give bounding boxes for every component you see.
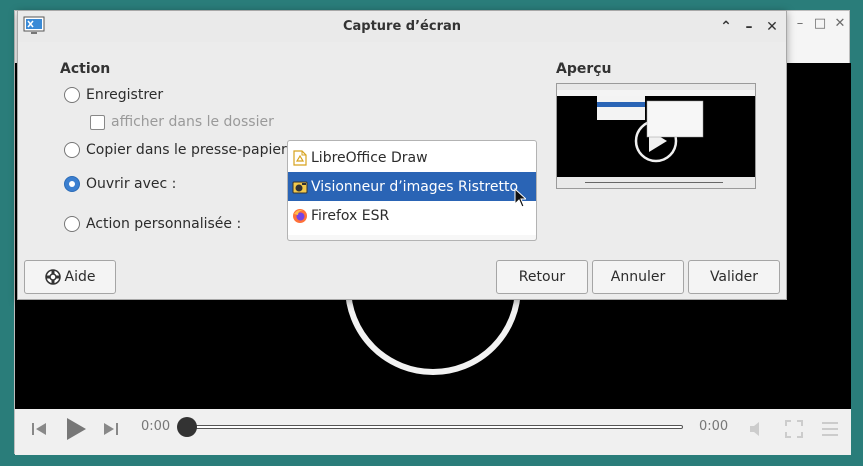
checkbox-show-in-folder[interactable]: afficher dans le dossier bbox=[90, 114, 274, 130]
help-button-label: Aide bbox=[64, 269, 96, 285]
radio-button[interactable] bbox=[64, 142, 80, 158]
cancel-button[interactable]: Annuler bbox=[592, 260, 684, 294]
radio-label: Ouvrir avec : bbox=[86, 176, 177, 192]
app-item-ristretto[interactable]: Visionneur d’images Ristretto bbox=[288, 172, 536, 201]
seek-handle[interactable] bbox=[177, 417, 197, 437]
radio-button[interactable] bbox=[64, 176, 80, 192]
radio-button[interactable] bbox=[64, 87, 80, 103]
radio-open-with[interactable]: Ouvrir avec : bbox=[64, 176, 176, 192]
checkbox[interactable] bbox=[90, 114, 105, 130]
screenshot-dialog: Capture d’écran ⌃ – ✕ Action Enregistrer… bbox=[17, 10, 787, 300]
dialog-title: Capture d’écran bbox=[342, 19, 462, 34]
app-item-firefox[interactable]: Firefox ESR bbox=[288, 201, 536, 230]
player-controls: 0:00 0:00 bbox=[15, 409, 851, 455]
close-icon[interactable]: ✕ bbox=[762, 17, 782, 37]
list-scroll-edge bbox=[287, 235, 537, 241]
fullscreen-icon[interactable] bbox=[785, 420, 803, 438]
screenshot-preview bbox=[556, 83, 756, 189]
radio-label: Enregistrer bbox=[86, 87, 164, 103]
next-icon[interactable] bbox=[103, 421, 119, 437]
maximize-icon[interactable]: □ bbox=[811, 15, 829, 33]
cancel-button-label: Annuler bbox=[610, 269, 666, 285]
close-icon[interactable]: ✕ bbox=[831, 15, 849, 33]
current-time: 0:00 bbox=[141, 419, 171, 434]
ok-button[interactable]: Valider bbox=[688, 260, 780, 294]
volume-icon[interactable] bbox=[749, 420, 767, 438]
dialog-titlebar[interactable]: Capture d’écran ⌃ – ✕ bbox=[18, 11, 786, 42]
preview-heading: Aperçu bbox=[556, 61, 612, 77]
back-button-label: Retour bbox=[518, 269, 566, 285]
radio-label: Action personnalisée : bbox=[86, 216, 242, 232]
chevron-up-icon[interactable]: ⌃ bbox=[716, 17, 736, 37]
previous-icon[interactable] bbox=[31, 421, 47, 437]
app-item-libreoffice-draw[interactable]: LibreOffice Draw bbox=[288, 143, 536, 172]
preview-thumbnail bbox=[557, 84, 755, 188]
playlist-icon[interactable] bbox=[821, 420, 839, 438]
libreoffice-draw-icon bbox=[293, 149, 307, 166]
help-button[interactable]: Aide bbox=[24, 260, 116, 294]
app-label: Firefox ESR bbox=[311, 207, 390, 224]
application-list[interactable]: LibreOffice Draw Visionneur d’images Ris… bbox=[287, 140, 537, 241]
ok-button-label: Valider bbox=[709, 269, 759, 285]
minimize-icon[interactable]: – bbox=[739, 17, 759, 37]
firefox-icon bbox=[293, 208, 307, 223]
play-icon[interactable] bbox=[65, 417, 87, 441]
app-label: Visionneur d’images Ristretto bbox=[311, 178, 519, 195]
radio-save[interactable]: Enregistrer bbox=[64, 87, 163, 103]
seek-bar[interactable] bbox=[187, 425, 683, 429]
total-time: 0:00 bbox=[699, 419, 729, 434]
back-button[interactable]: Retour bbox=[496, 260, 588, 294]
minimize-icon[interactable]: – bbox=[791, 15, 809, 33]
radio-label: Copier dans le presse-papiers bbox=[86, 142, 295, 158]
ristretto-icon bbox=[292, 181, 308, 193]
mouse-cursor-icon bbox=[514, 188, 526, 208]
radio-button[interactable] bbox=[64, 216, 80, 232]
help-lifebuoy-icon bbox=[44, 269, 61, 285]
radio-copy-clipboard[interactable]: Copier dans le presse-papiers bbox=[64, 142, 294, 158]
radio-custom-action[interactable]: Action personnalisée : bbox=[64, 216, 241, 232]
app-label: LibreOffice Draw bbox=[311, 149, 428, 166]
action-heading: Action bbox=[60, 61, 111, 77]
checkbox-label: afficher dans le dossier bbox=[111, 114, 274, 130]
